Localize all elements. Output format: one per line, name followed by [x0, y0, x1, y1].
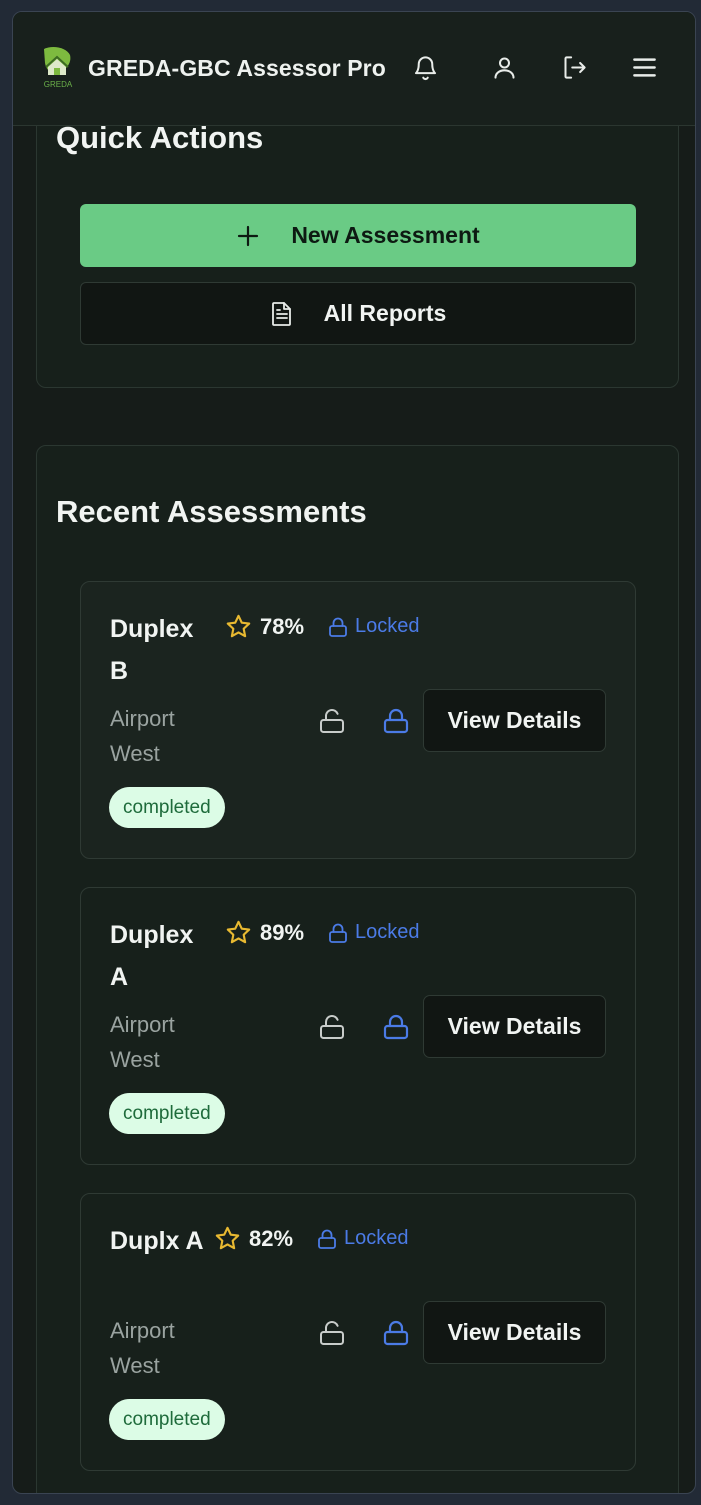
score-value: 78% [260, 613, 305, 639]
assessment-card: Duplex B 78% Locked Airport West complet… [80, 581, 636, 859]
assessment-score: 82% [214, 1225, 293, 1252]
lock-toggle-icon[interactable] [382, 707, 410, 735]
app-header: GREDA GREDA-GBC Assessor Pro [13, 12, 695, 126]
locked-indicator: Locked [328, 615, 420, 638]
lock-icon [329, 617, 347, 637]
all-reports-label: All Reports [323, 300, 447, 326]
locked-indicator: Locked [317, 1227, 409, 1250]
locked-label: Locked [355, 615, 420, 637]
main-content: Quick Actions New Assessment All Reports… [13, 12, 695, 1493]
greda-logo[interactable]: GREDA [40, 45, 76, 89]
bell-icon [414, 55, 436, 80]
star-icon [226, 920, 251, 944]
svg-text:GREDA: GREDA [44, 80, 73, 89]
unlock-icon[interactable] [318, 707, 346, 735]
view-details-button[interactable]: View Details [423, 995, 606, 1058]
assessment-score: 89% [225, 919, 304, 946]
lock-icon [329, 923, 347, 943]
assessment-name: Duplex A [110, 921, 194, 991]
assessment-name: Duplex B [110, 615, 194, 685]
assessment-card: Duplx A 82% Locked Airport West complete… [80, 1193, 636, 1471]
profile-button[interactable] [487, 50, 521, 84]
app-window: Quick Actions New Assessment All Reports… [12, 11, 696, 1494]
status-badge: completed [109, 1093, 225, 1134]
document-icon [271, 301, 291, 326]
assessment-card: Duplex A 89% Locked Airport West complet… [80, 887, 636, 1165]
lock-toggle-icon[interactable] [382, 1319, 410, 1347]
assessment-location: Airport West [110, 1012, 175, 1072]
star-icon [215, 1226, 240, 1250]
app-title: GREDA-GBC Assessor Pro [88, 55, 386, 81]
lock-icon [318, 1229, 336, 1249]
score-value: 89% [260, 919, 305, 945]
locked-label: Locked [355, 921, 420, 943]
logout-icon [563, 55, 586, 79]
view-details-button[interactable]: View Details [423, 689, 606, 752]
assessment-location: Airport West [110, 706, 175, 766]
lock-toggle-icon[interactable] [382, 1013, 410, 1041]
locked-label: Locked [344, 1227, 409, 1249]
menu-button[interactable] [627, 50, 661, 84]
new-assessment-label: New Assessment [291, 222, 480, 248]
recent-assessments-title: Recent Assessments [56, 494, 367, 529]
star-icon [226, 614, 251, 638]
plus-icon [238, 225, 259, 246]
new-assessment-button[interactable]: New Assessment [80, 204, 636, 267]
view-details-button[interactable]: View Details [423, 1301, 606, 1364]
unlock-icon[interactable] [318, 1319, 346, 1347]
user-icon [493, 56, 515, 79]
status-badge: completed [109, 1399, 225, 1440]
assessment-location: Airport West [110, 1318, 175, 1378]
notifications-button[interactable] [408, 50, 442, 84]
all-reports-button[interactable]: All Reports [80, 282, 636, 345]
locked-indicator: Locked [328, 921, 420, 944]
logout-button[interactable] [557, 50, 591, 84]
score-value: 82% [249, 1225, 294, 1251]
status-badge: completed [109, 787, 225, 828]
unlock-icon[interactable] [318, 1013, 346, 1041]
assessment-score: 78% [225, 613, 304, 640]
assessment-name: Duplx A [110, 1227, 204, 1255]
menu-icon [632, 57, 656, 77]
